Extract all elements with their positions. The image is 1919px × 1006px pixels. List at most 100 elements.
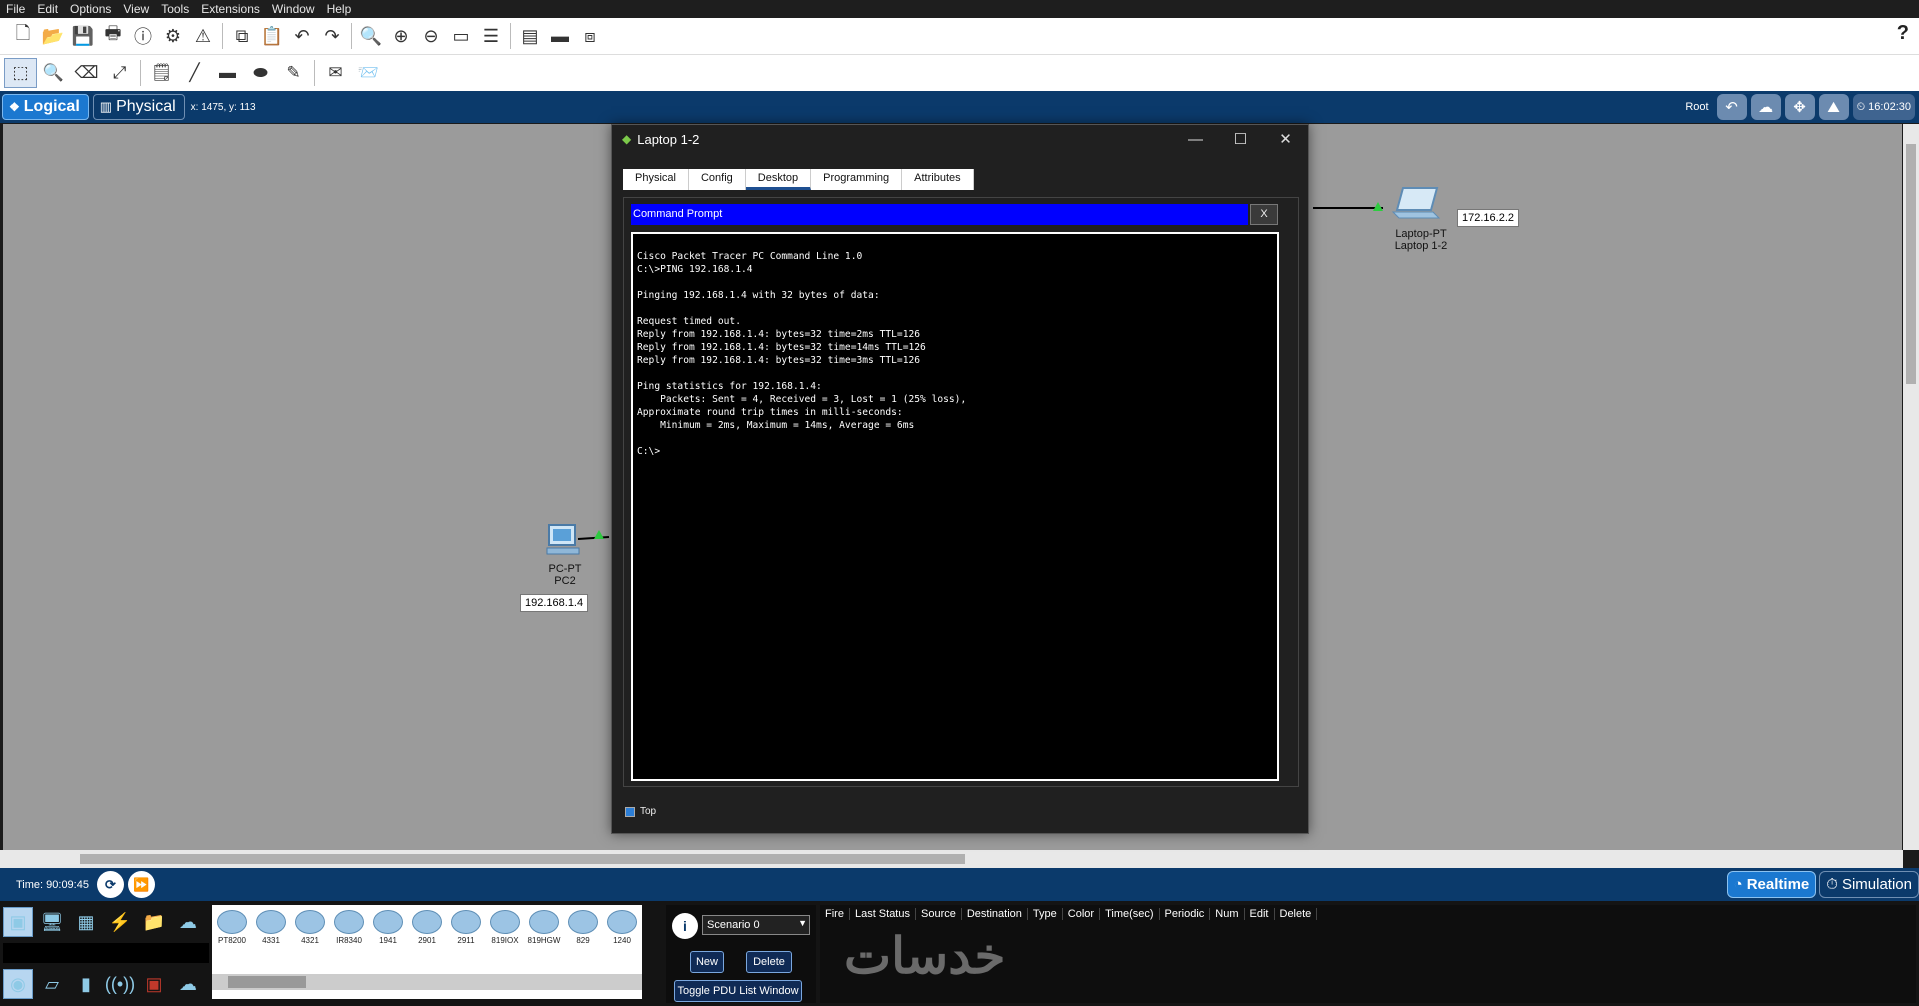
new-file-icon[interactable]: 🗋 [8, 22, 38, 50]
draw-rectangle-icon[interactable]: ▬ [211, 58, 244, 88]
device-item-2901[interactable]: 2901 [409, 907, 445, 945]
power-cycle-icon[interactable]: ⟳ [96, 871, 124, 898]
device-item-2911[interactable]: 2911 [448, 907, 484, 945]
close-icon[interactable]: ✕ [1263, 125, 1308, 153]
note-icon[interactable]: 🗒 [145, 58, 178, 88]
tab-physical[interactable]: ▥ Physical [92, 94, 185, 120]
terminal[interactable]: Cisco Packet Tracer PC Command Line 1.0 … [631, 232, 1279, 781]
fast-forward-icon[interactable]: ⏩ [127, 871, 155, 898]
resize-tool-icon[interactable]: ⤢ [103, 58, 136, 88]
menu-item-view[interactable]: View [117, 2, 155, 16]
zoom-in-icon[interactable]: 🔍 [356, 22, 386, 50]
simple-pdu-icon[interactable]: ✉ [319, 58, 352, 88]
menu-item-options[interactable]: Options [64, 2, 117, 16]
device-item-4331[interactable]: 4331 [253, 907, 289, 945]
miscellaneous-icon[interactable]: 📁 [139, 907, 169, 937]
draw-line-icon[interactable]: ╱ [178, 58, 211, 88]
inspect-icon[interactable]: 🔍 [37, 58, 70, 88]
multiuser-icon[interactable]: ☁ [173, 907, 203, 937]
tab-programming[interactable]: Programming [811, 169, 903, 190]
wan-emulation-icon[interactable]: ☁ [173, 969, 203, 999]
activity-wizard-icon[interactable]: ⚙ [158, 22, 188, 50]
device-item-1941[interactable]: 1941 [370, 907, 406, 945]
tab-attributes[interactable]: Attributes [902, 169, 974, 190]
maximize-icon[interactable]: ☐ [1218, 125, 1263, 153]
command-prompt-close-button[interactable]: X [1250, 204, 1278, 225]
switches-icon[interactable]: ▱ [37, 969, 67, 999]
security-icon[interactable]: ▣ [139, 969, 169, 999]
menu-item-extensions[interactable]: Extensions [195, 2, 266, 16]
pdu-column-header[interactable]: Last Status [850, 908, 916, 920]
draw-ellipse-icon[interactable]: ⬬ [244, 58, 277, 88]
toggle-pdu-list-button[interactable]: Toggle PDU List Window [674, 980, 802, 1002]
pdu-column-header[interactable]: Edit [1245, 908, 1275, 920]
device-list-scrollbar[interactable] [212, 974, 642, 990]
device-item-819hgw[interactable]: 819HGW [526, 907, 562, 945]
tab-logical[interactable]: ❖ Logical [2, 94, 89, 120]
save-icon[interactable]: 💾 [68, 22, 98, 50]
pdu-column-header[interactable]: Destination [962, 908, 1028, 920]
open-folder-icon[interactable]: 📂 [38, 22, 68, 50]
copy-icon[interactable]: ⧉ [227, 22, 257, 50]
back-icon[interactable]: ↶ [1716, 94, 1747, 120]
tab-physical[interactable]: Physical [623, 169, 689, 190]
pdu-column-header[interactable]: Fire [820, 908, 850, 920]
top-checkbox[interactable]: Top [625, 806, 656, 817]
realtime-mode-button[interactable]: ◔ Realtime [1726, 871, 1817, 898]
undo-icon[interactable]: ↶ [287, 22, 317, 50]
info-icon[interactable]: ⓘ [128, 22, 158, 50]
hubs-icon[interactable]: ▮ [71, 969, 101, 999]
move-object-icon[interactable]: ✥ [1784, 94, 1815, 120]
cluster-cloud-icon[interactable]: ☁ [1750, 94, 1781, 120]
scenario-select[interactable]: Scenario 0 ▼ [702, 915, 810, 935]
end-devices-icon[interactable]: 🖥 [37, 907, 67, 937]
menu-item-help[interactable]: Help [321, 2, 358, 16]
pdu-column-header[interactable]: Color [1063, 908, 1101, 920]
horizontal-scroll-thumb[interactable] [80, 854, 965, 864]
delete-scenario-button[interactable]: Delete [746, 951, 792, 973]
pdu-column-header[interactable]: Delete [1275, 908, 1318, 920]
info-icon[interactable]: i [672, 913, 698, 939]
device-item-1240[interactable]: 1240 [604, 907, 640, 945]
select-tool-icon[interactable]: ⬚ [4, 58, 37, 88]
paste-icon[interactable]: 📋 [257, 22, 287, 50]
pdu-column-header[interactable]: Time(sec) [1100, 908, 1160, 920]
connections-icon[interactable]: ⚡ [105, 907, 135, 937]
pdu-column-header[interactable]: Num [1210, 908, 1245, 920]
complex-pdu-icon[interactable]: 📨 [352, 58, 385, 88]
simulation-mode-button[interactable]: ⏱ Simulation [1819, 871, 1919, 898]
new-scenario-button[interactable]: New [690, 951, 724, 973]
network-info-icon[interactable]: ⚠ [188, 22, 218, 50]
redo-icon[interactable]: ↷ [317, 22, 347, 50]
help-icon[interactable]: ? [1897, 22, 1909, 45]
wireless-devices-icon[interactable]: ((•)) [105, 969, 135, 999]
vertical-scroll-thumb[interactable] [1906, 144, 1916, 384]
menu-item-tools[interactable]: Tools [155, 2, 195, 16]
menu-item-window[interactable]: Window [266, 2, 321, 16]
device-item-pt8200[interactable]: PT8200 [214, 907, 250, 945]
zoom-out-icon[interactable]: ⊖ [416, 22, 446, 50]
pdu-column-header[interactable]: Type [1028, 908, 1063, 920]
freeform-icon[interactable]: ✎ [277, 58, 310, 88]
pc-icon[interactable] [546, 524, 580, 556]
device-item-829[interactable]: 829 [565, 907, 601, 945]
device-item-4321[interactable]: 4321 [292, 907, 328, 945]
routers-icon[interactable]: ◉ [3, 969, 33, 999]
pdu-column-header[interactable]: Source [916, 908, 962, 920]
tab-config[interactable]: Config [689, 169, 746, 190]
laptop-icon[interactable] [1391, 186, 1441, 222]
network-devices-icon[interactable]: ▣ [3, 907, 33, 937]
menu-item-edit[interactable]: Edit [31, 2, 64, 16]
print-icon[interactable]: 🖶 [98, 22, 128, 50]
delete-tool-icon[interactable]: ⌫ [70, 58, 103, 88]
components-icon[interactable]: ▦ [71, 907, 101, 937]
device-list-scroll-thumb[interactable] [228, 976, 306, 988]
device-item-819iox[interactable]: 819IOX [487, 907, 523, 945]
background-image-icon[interactable]: ⛰ [1818, 94, 1849, 120]
palette-icon[interactable]: ▤ [515, 22, 545, 50]
menu-item-file[interactable]: File [0, 2, 31, 16]
tab-desktop[interactable]: Desktop [745, 169, 812, 190]
canvas-vertical-scrollbar[interactable] [1903, 124, 1919, 850]
viewport-icon[interactable]: ☰ [476, 22, 506, 50]
minimize-icon[interactable]: — [1173, 125, 1218, 153]
